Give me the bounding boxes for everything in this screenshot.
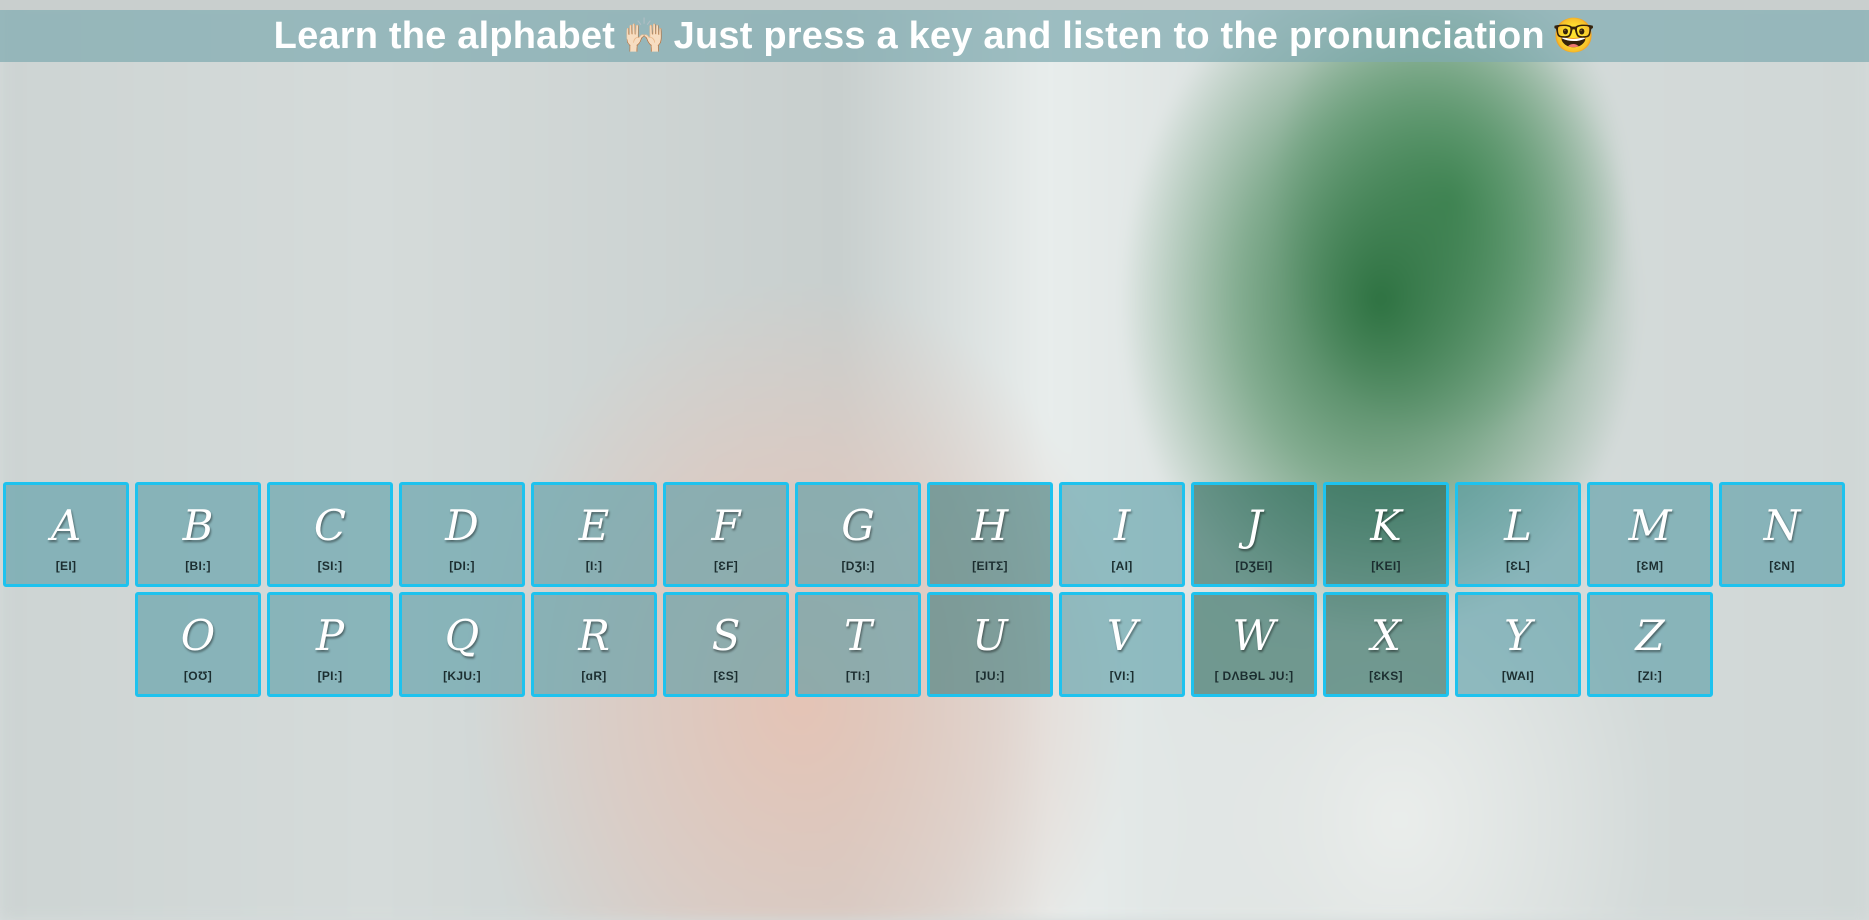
key-pronunciation: [ƐF] <box>713 559 739 573</box>
key-g[interactable]: G [DƷI:] <box>795 482 921 587</box>
key-letter: R <box>578 611 610 660</box>
key-letter: A <box>50 501 82 550</box>
key-pronunciation: [ɑR] <box>581 669 607 683</box>
key-row-2: O [OƱ] P [PI:] Q [KJU:] R [ɑR] S [ƐS] T [TI:] … <box>135 592 1719 697</box>
key-pronunciation: [EI] <box>55 559 77 573</box>
key-letter: U <box>972 611 1008 660</box>
key-v[interactable]: V [VI:] <box>1059 592 1185 697</box>
key-pronunciation: [PI:] <box>317 669 343 683</box>
key-pronunciation: [ DΛBƏL JU:] <box>1214 669 1294 683</box>
key-pronunciation: [KEI] <box>1371 559 1401 573</box>
key-q[interactable]: Q [KJU:] <box>399 592 525 697</box>
key-letter: E <box>578 501 610 550</box>
key-letter: X <box>1371 611 1401 660</box>
key-f[interactable]: F [ƐF] <box>663 482 789 587</box>
key-letter: J <box>1245 501 1263 550</box>
raising-hands-icon: 🙌🏻 <box>623 17 666 55</box>
key-j[interactable]: J [DƷEI] <box>1191 482 1317 587</box>
key-pronunciation: [ƐS] <box>713 669 739 683</box>
key-pronunciation: [TI:] <box>845 669 871 683</box>
key-letter: O <box>180 611 216 660</box>
key-letter: D <box>445 501 479 550</box>
key-a[interactable]: A [EI] <box>3 482 129 587</box>
key-e[interactable]: E [I:] <box>531 482 657 587</box>
key-letter: S <box>711 611 741 660</box>
key-letter: N <box>1763 501 1801 550</box>
title-text-part2: Just press a key and listen to the pronu… <box>673 14 1545 57</box>
key-letter: W <box>1232 611 1276 660</box>
key-letter: H <box>971 501 1009 550</box>
key-letter: C <box>313 501 347 550</box>
key-k[interactable]: K [KEI] <box>1323 482 1449 587</box>
key-pronunciation: [DI:] <box>449 559 475 573</box>
key-p[interactable]: P [PI:] <box>267 592 393 697</box>
key-letter: Y <box>1504 611 1532 660</box>
key-pronunciation: [ZI:] <box>1637 669 1663 683</box>
key-m[interactable]: M [ƐM] <box>1587 482 1713 587</box>
key-letter: I <box>1113 501 1131 550</box>
key-letter: V <box>1106 611 1138 660</box>
background-photo <box>0 0 1869 920</box>
key-letter: F <box>711 501 741 550</box>
key-pronunciation: [ƐKS] <box>1369 669 1403 683</box>
key-s[interactable]: S [ƐS] <box>663 592 789 697</box>
key-w[interactable]: W [ DΛBƏL JU:] <box>1191 592 1317 697</box>
nerd-face-icon: 🤓 <box>1552 17 1596 55</box>
key-pronunciation: [ƐN] <box>1769 559 1795 573</box>
key-i[interactable]: I [AI] <box>1059 482 1185 587</box>
key-letter: L <box>1504 501 1532 550</box>
page-title: Learn the alphabet 🙌🏻 Just press a key a… <box>274 15 1596 58</box>
key-letter: M <box>1628 501 1672 550</box>
key-n[interactable]: N [ƐN] <box>1719 482 1845 587</box>
key-y[interactable]: Y [WAI] <box>1455 592 1581 697</box>
key-o[interactable]: O [OƱ] <box>135 592 261 697</box>
key-x[interactable]: X [ƐKS] <box>1323 592 1449 697</box>
key-letter: Q <box>444 611 480 660</box>
key-pronunciation: [BI:] <box>185 559 211 573</box>
key-b[interactable]: B [BI:] <box>135 482 261 587</box>
key-d[interactable]: D [DI:] <box>399 482 525 587</box>
key-pronunciation: [JU:] <box>975 669 1005 683</box>
top-strip <box>0 0 1869 10</box>
key-letter: T <box>843 611 872 660</box>
key-pronunciation: [KJU:] <box>443 669 481 683</box>
key-t[interactable]: T [TI:] <box>795 592 921 697</box>
key-l[interactable]: L [ƐL] <box>1455 482 1581 587</box>
key-c[interactable]: C [SI:] <box>267 482 393 587</box>
key-letter: B <box>182 501 214 550</box>
key-pronunciation: [ƐM] <box>1636 559 1664 573</box>
key-pronunciation: [DƷI:] <box>841 559 875 573</box>
key-pronunciation: [ƐL] <box>1505 559 1531 573</box>
key-pronunciation: [OƱ] <box>183 669 213 683</box>
key-pronunciation: [DƷEI] <box>1235 559 1273 573</box>
key-pronunciation: [AI] <box>1111 559 1133 573</box>
key-letter: P <box>315 611 345 660</box>
key-pronunciation: [I:] <box>585 559 603 573</box>
key-letter: G <box>841 501 875 550</box>
key-row-1: A [EI] B [BI:] C [SI:] D [DI:] E [I:] F [ƐF] G… <box>3 482 1851 587</box>
header-bar: Learn the alphabet 🙌🏻 Just press a key a… <box>0 10 1869 62</box>
key-u[interactable]: U [JU:] <box>927 592 1053 697</box>
key-pronunciation: [VI:] <box>1109 669 1135 683</box>
key-letter: Z <box>1635 611 1665 660</box>
key-h[interactable]: H [EITΣ] <box>927 482 1053 587</box>
key-pronunciation: [WAI] <box>1501 669 1535 683</box>
key-pronunciation: [SI:] <box>317 559 343 573</box>
key-r[interactable]: R [ɑR] <box>531 592 657 697</box>
key-z[interactable]: Z [ZI:] <box>1587 592 1713 697</box>
key-pronunciation: [EITΣ] <box>972 559 1008 573</box>
key-letter: K <box>1370 501 1402 550</box>
title-text-part1: Learn the alphabet <box>273 14 616 57</box>
